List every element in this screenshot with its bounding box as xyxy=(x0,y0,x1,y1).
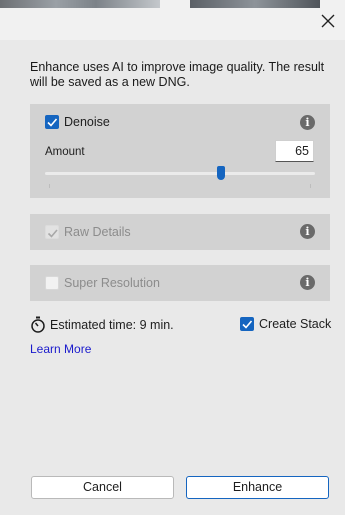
denoise-label: Denoise xyxy=(64,115,110,129)
super-resolution-checkbox[interactable] xyxy=(45,276,59,290)
super-resolution-label: Super Resolution xyxy=(64,276,160,290)
stopwatch-icon xyxy=(31,316,45,333)
info-icon[interactable]: i xyxy=(300,275,315,290)
checkmark-icon xyxy=(47,118,58,127)
close-button[interactable] xyxy=(317,10,339,32)
info-icon[interactable]: i xyxy=(300,224,315,239)
denoise-checkbox[interactable] xyxy=(45,115,59,129)
raw-details-panel: Raw Details i xyxy=(30,214,330,250)
cancel-button[interactable]: Cancel xyxy=(31,476,174,499)
enhance-button[interactable]: Enhance xyxy=(186,476,329,499)
close-icon xyxy=(321,14,335,28)
create-stack-label: Create Stack xyxy=(259,317,332,331)
amount-label: Amount xyxy=(45,146,85,158)
denoise-panel: Denoise i Amount 65 xyxy=(30,104,330,198)
raw-details-checkbox[interactable] xyxy=(45,225,59,239)
slider-tick xyxy=(310,184,311,188)
intro-text: Enhance uses AI to improve image quality… xyxy=(30,60,325,89)
amount-input[interactable]: 65 xyxy=(275,140,314,162)
background-image-strip xyxy=(190,0,320,8)
amount-slider-track[interactable] xyxy=(45,172,315,175)
amount-slider-thumb[interactable] xyxy=(216,166,225,180)
slider-tick xyxy=(49,184,50,188)
super-resolution-panel: Super Resolution i xyxy=(30,265,330,301)
dialog-titlebar xyxy=(0,0,345,40)
checkmark-icon xyxy=(47,229,58,238)
checkmark-icon xyxy=(242,320,253,329)
raw-details-label: Raw Details xyxy=(64,225,131,239)
create-stack-checkbox[interactable] xyxy=(240,317,254,331)
learn-more-link[interactable]: Learn More xyxy=(30,342,91,356)
estimated-time-text: Estimated time: 9 min. xyxy=(50,318,174,332)
background-image-strip xyxy=(0,0,160,8)
info-icon[interactable]: i xyxy=(300,115,315,130)
